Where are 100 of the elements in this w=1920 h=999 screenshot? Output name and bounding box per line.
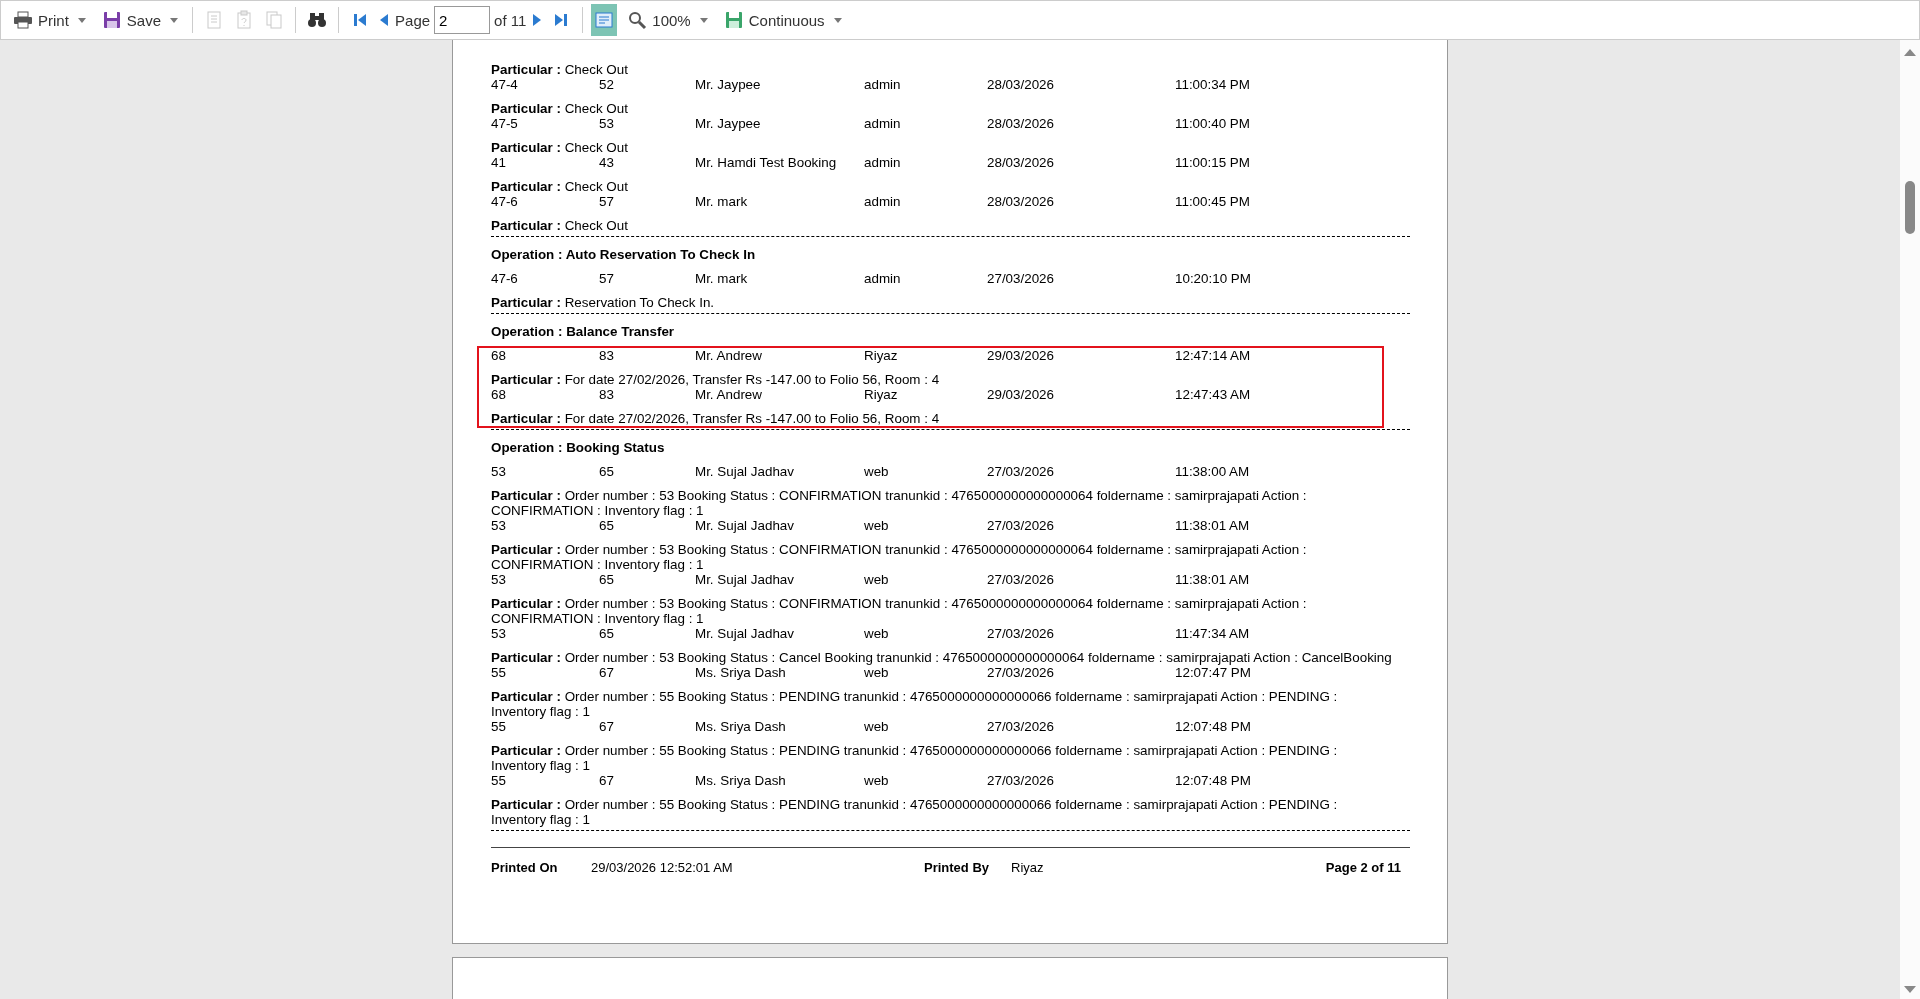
particular-text: Particular : For date 27/02/2026, Transfer Rs -147.00 to Folio 56, Room : 4: [491, 371, 941, 387]
table-cell-text: Mr. Jaypee: [695, 116, 762, 132]
table-cell-text: 12:07:48 PM: [1175, 719, 1252, 735]
table-cell-text: 43: [599, 155, 615, 171]
table-cell-text: 29/03/2026: [987, 348, 1056, 364]
table-cell-text: 68: [491, 387, 507, 403]
table-cell-text: 27/03/2026: [987, 773, 1056, 789]
page-number-field[interactable]: 2: [434, 6, 491, 34]
particular-text: Particular : Check Out: [491, 217, 629, 233]
table-cell-text: 28/03/2026: [987, 155, 1056, 171]
table-cell-text: 47-6: [491, 194, 519, 210]
table-cell-text: 11:00:34 PM: [1175, 77, 1251, 93]
table-cell-text: admin: [864, 116, 902, 132]
table-cell-text: Ms. Sriya Dash: [695, 665, 787, 681]
table-cell-text: Mr. Hamdi Test Booking: [695, 155, 838, 171]
table-cell-text: 55: [491, 665, 507, 681]
table-cell-text: 83: [599, 348, 615, 364]
table-cell-text: admin: [864, 194, 902, 210]
table-cell-text: 47-6: [491, 271, 519, 287]
table-cell-text: web: [864, 572, 890, 588]
table-cell-text: 67: [599, 719, 615, 735]
table-cell-text: Riyaz: [864, 348, 899, 364]
table-cell-text: 52: [599, 77, 615, 93]
table-cell-text: 83: [599, 387, 615, 403]
copy-icon: [264, 10, 285, 30]
table-cell-text: 10:20:10 PM: [1175, 271, 1252, 287]
table-cell-text: Mr. Andrew: [695, 348, 763, 364]
table-cell-text: 67: [599, 773, 615, 789]
printed-by-value: Riyaz: [1011, 860, 1044, 875]
table-cell-text: web: [864, 518, 890, 534]
printed-on-value: 29/03/2026 12:52:01 AM: [591, 860, 734, 875]
table-cell-text: 12:47:43 AM: [1175, 387, 1252, 403]
table-cell-text: Mr. mark: [695, 194, 749, 210]
zoom-button[interactable]: 100%: [621, 4, 714, 36]
particular-text: Particular : Order number : 53 Booking Status : Cancel Booking tranunkid : 4765000000000000064 foldername : samirprajapati Action : CancelBooking: [491, 649, 1393, 665]
table-cell-text: 11:00:45 PM: [1175, 194, 1251, 210]
table-cell-text: 27/03/2026: [987, 518, 1056, 534]
magnifier-icon: [627, 10, 648, 30]
scroll-up-icon[interactable]: [1904, 49, 1916, 56]
table-cell-text: Mr. Sujal Jadhav: [695, 626, 795, 642]
page-view-button[interactable]: [591, 4, 618, 36]
scroll-down-icon[interactable]: [1904, 986, 1916, 993]
table-cell-text: web: [864, 719, 890, 735]
table-cell-text: 11:38:00 AM: [1175, 464, 1251, 480]
table-cell-text: 68: [491, 348, 507, 364]
page-total: of 11: [494, 11, 527, 29]
particular-text: Particular : For date 27/02/2026, Transfer Rs -147.00 to Folio 56, Room : 4: [491, 410, 941, 426]
scrollbar[interactable]: [1900, 40, 1920, 999]
table-cell-text: Mr. Sujal Jadhav: [695, 464, 795, 480]
table-cell-text: 28/03/2026: [987, 77, 1056, 93]
table-cell-text: 27/03/2026: [987, 572, 1056, 588]
print-button[interactable]: Print: [7, 4, 92, 36]
operation-heading: Operation : Balance Transfer: [491, 323, 676, 341]
table-cell-text: 27/03/2026: [987, 271, 1056, 287]
table-cell-text: 27/03/2026: [987, 464, 1056, 480]
page-label: Page: [395, 11, 431, 29]
printed-on-label: Printed On: [491, 860, 559, 875]
table-cell-text: 53: [491, 626, 507, 642]
binoculars-icon: [307, 10, 328, 30]
table-cell-text: 65: [599, 464, 615, 480]
table-cell-text: Mr. Jaypee: [695, 77, 762, 93]
table-cell-text: 47-5: [491, 116, 519, 132]
table-cell-text: 12:47:14 AM: [1175, 348, 1252, 364]
table-cell-text: web: [864, 464, 890, 480]
table-cell-text: 11:38:01 AM: [1175, 518, 1251, 534]
table-cell-text: 28/03/2026: [987, 116, 1056, 132]
table-cell-text: 11:47:34 AM: [1175, 626, 1251, 642]
table-cell-text: 57: [599, 271, 615, 287]
particular-text: Particular : Reservation To Check In.: [491, 294, 716, 310]
table-cell-text: 29/03/2026: [987, 387, 1056, 403]
table-cell-text: Mr. Andrew: [695, 387, 763, 403]
table-cell-text: web: [864, 773, 890, 789]
caret-icon: [699, 17, 708, 23]
table-cell-text: admin: [864, 77, 902, 93]
table-cell-text: 12:07:48 PM: [1175, 773, 1252, 789]
table-cell-text: 57: [599, 194, 615, 210]
scrollbar-thumb[interactable]: [1905, 181, 1915, 234]
table-cell-text: 65: [599, 572, 615, 588]
table-cell-text: Mr. Sujal Jadhav: [695, 518, 795, 534]
table-cell-text: Ms. Sriya Dash: [695, 773, 787, 789]
table-cell-text: 27/03/2026: [987, 719, 1056, 735]
table-cell-text: 41: [491, 155, 507, 171]
printed-by-label: Printed By: [924, 860, 990, 875]
table-cell-text: 53: [491, 464, 507, 480]
operation-heading: Operation : Auto Reservation To Check In: [491, 246, 757, 264]
particular-text: Particular : Check Out: [491, 139, 629, 155]
table-cell-text: 53: [491, 572, 507, 588]
table-cell-text: 53: [491, 518, 507, 534]
save-button[interactable]: Save: [95, 4, 185, 36]
table-cell-text: 11:38:01 AM: [1175, 572, 1251, 588]
caret-icon: [170, 17, 179, 23]
previous-icon: [380, 14, 389, 26]
operation-heading: Operation : Booking Status: [491, 439, 666, 457]
table-cell-text: 67: [599, 665, 615, 681]
view-mode-button[interactable]: Continuous: [717, 4, 848, 36]
page-count: Page 2 of 11: [1325, 860, 1401, 875]
particular-text: Particular : Check Out: [491, 100, 629, 116]
table-cell-text: admin: [864, 155, 902, 171]
table-cell-text: admin: [864, 271, 902, 287]
particular-text: Particular : Check Out: [491, 178, 629, 194]
